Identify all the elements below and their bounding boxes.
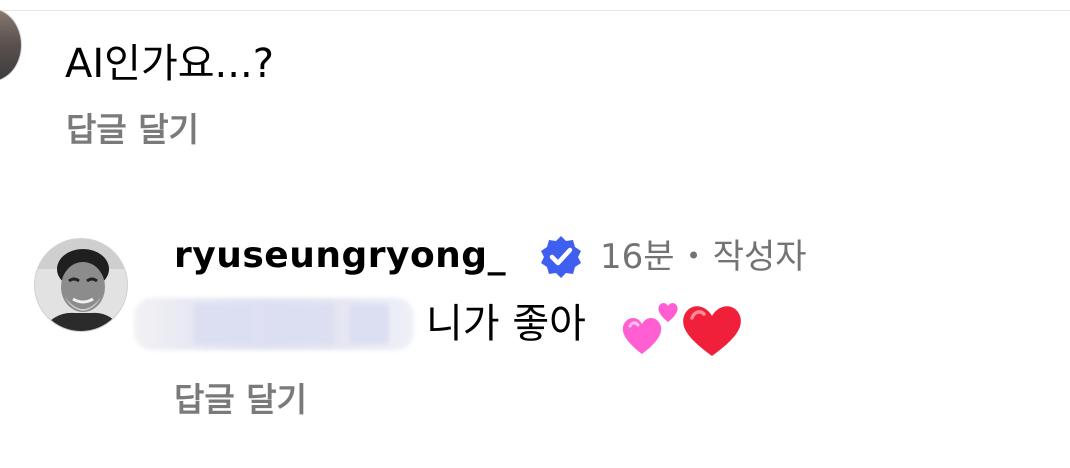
blurred-mention xyxy=(134,298,414,350)
author-username[interactable]: ryuseungryong_ xyxy=(174,232,506,280)
blur-block xyxy=(194,304,254,344)
blur-block xyxy=(349,304,389,344)
author-photo xyxy=(35,239,127,331)
red-heart-icon xyxy=(683,306,741,356)
comments-screen: AI인가요...? 답글 달기 ryuseungryong_ 16분 • 작성자 xyxy=(0,0,1070,468)
reply-button[interactable]: 답글 달기 xyxy=(174,380,307,420)
verified-badge-icon xyxy=(541,236,581,278)
commenter-avatar[interactable] xyxy=(0,8,22,82)
blur-block xyxy=(264,304,334,344)
meta-separator: • xyxy=(686,242,701,270)
emoji-group xyxy=(622,303,741,356)
author-badge: 작성자 xyxy=(712,237,807,277)
top-divider xyxy=(0,10,1070,11)
two-hearts-icon xyxy=(622,303,678,354)
comment-text: 니가 좋아 xyxy=(426,301,586,347)
comment-text: AI인가요...? xyxy=(65,41,274,87)
comment-meta: 16분 • 작성자 xyxy=(600,232,807,281)
comment-time: 16분 xyxy=(600,237,675,277)
author-avatar[interactable] xyxy=(34,238,128,332)
reply-button[interactable]: 답글 달기 xyxy=(66,110,199,150)
